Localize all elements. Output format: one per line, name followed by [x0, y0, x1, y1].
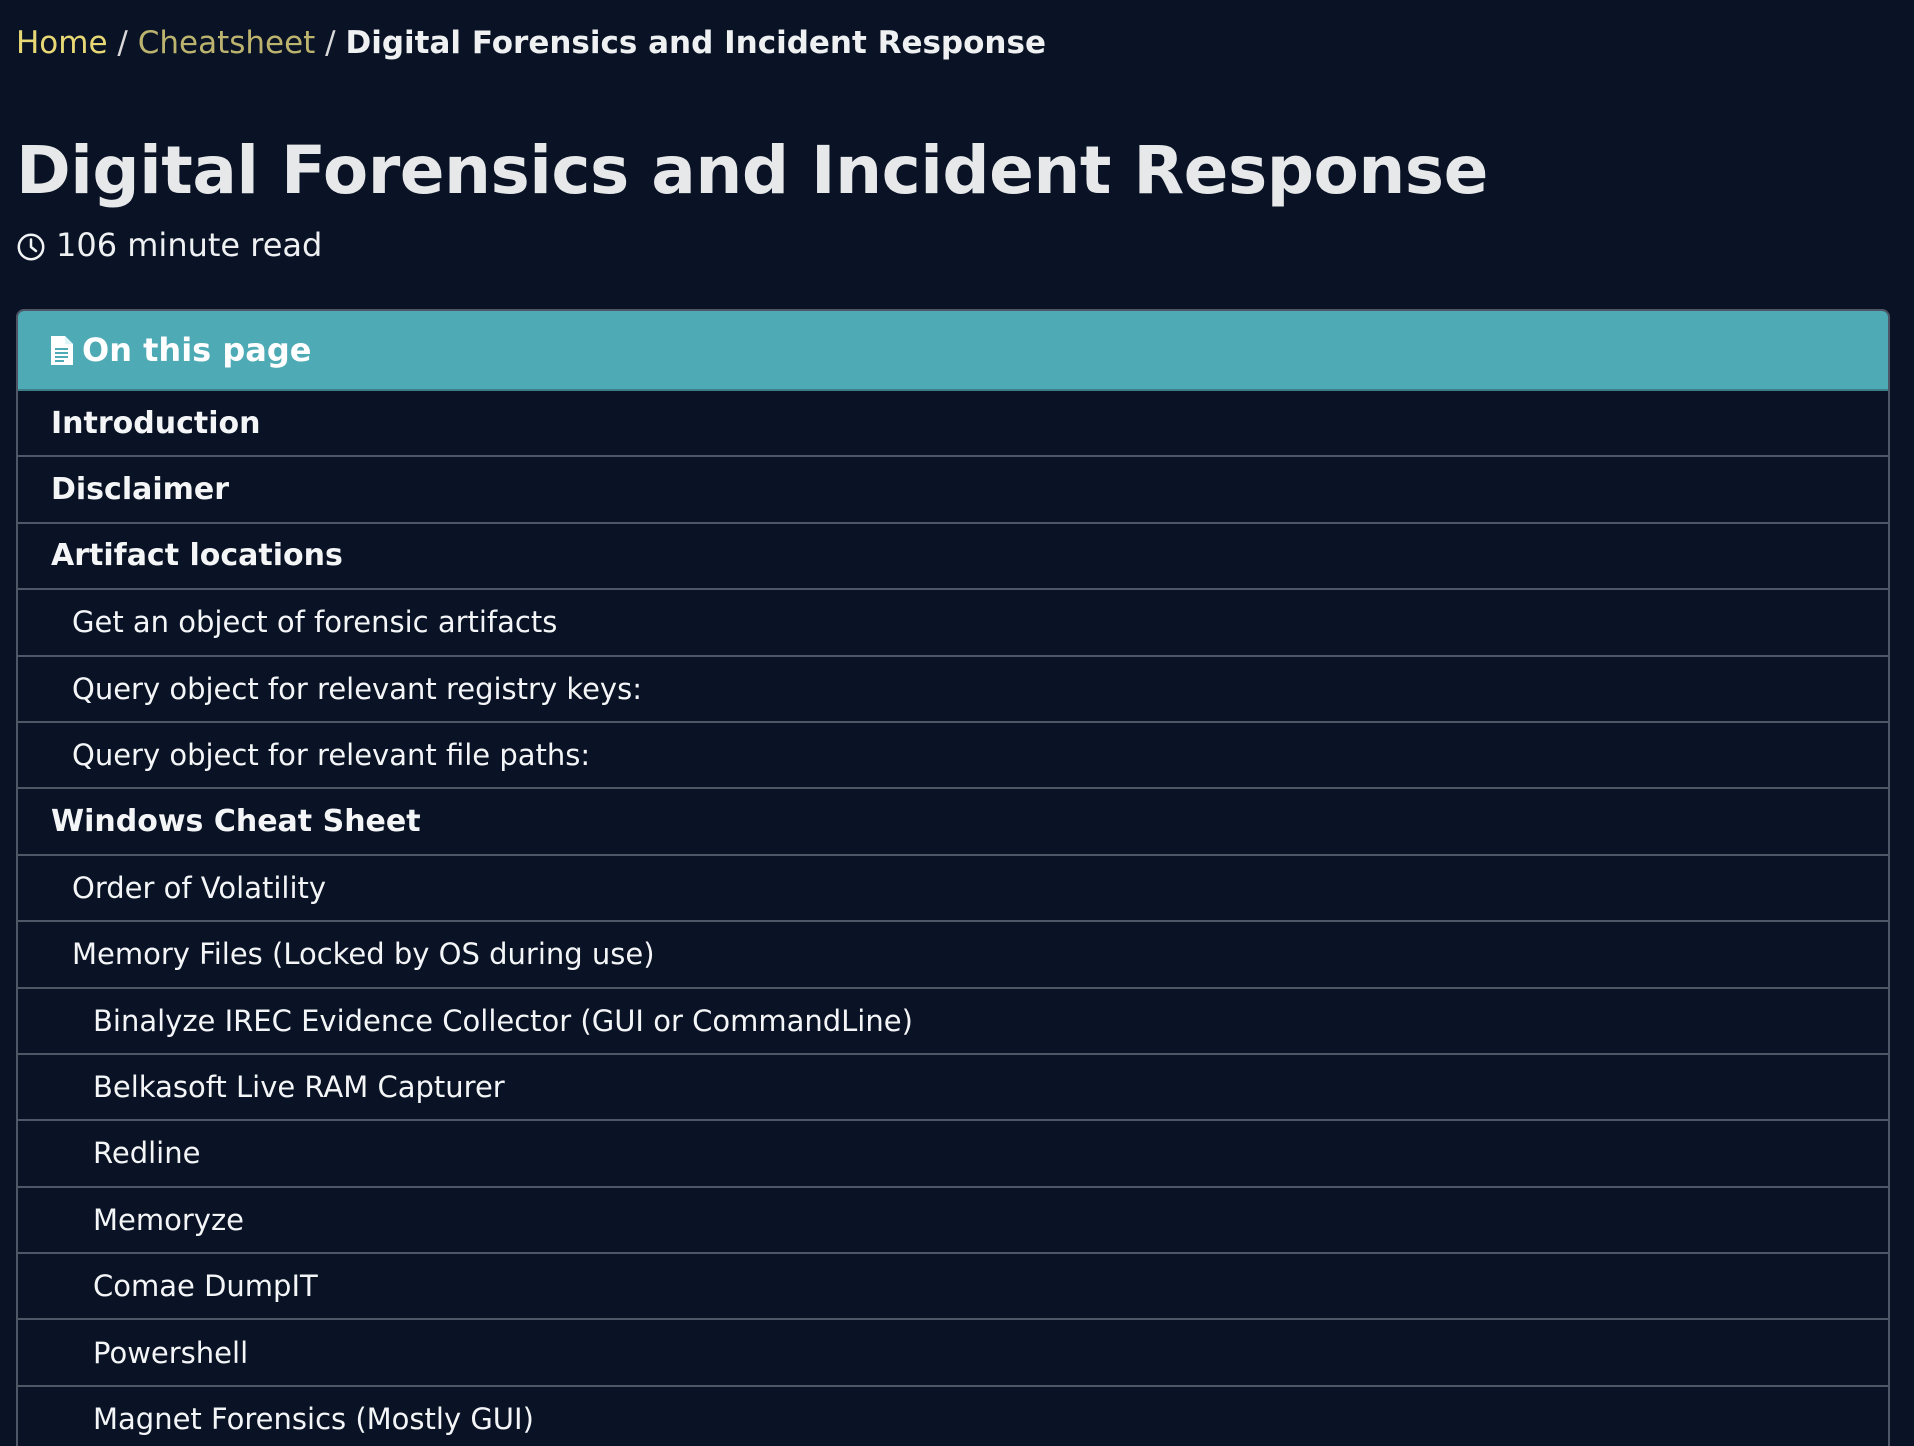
read-time: 106 minute read	[16, 224, 322, 266]
toc-link-binalyze-irec[interactable]: Binalyze IREC Evidence Collector (GUI or…	[18, 989, 1888, 1055]
toc-link-query-registry-keys[interactable]: Query object for relevant registry keys:	[18, 657, 1888, 723]
table-of-contents: On this page Introduction Disclaimer Art…	[16, 309, 1890, 1446]
toc-link-disclaimer[interactable]: Disclaimer	[18, 457, 1888, 524]
breadcrumb: Home / Cheatsheet / Digital Forensics an…	[16, 22, 1046, 64]
breadcrumb-separator: /	[107, 25, 138, 61]
toc-link-query-file-paths[interactable]: Query object for relevant file paths:	[18, 723, 1888, 790]
toc-link-magnet-forensics[interactable]: Magnet Forensics (Mostly GUI)	[18, 1387, 1888, 1446]
toc-link-redline[interactable]: Redline	[18, 1121, 1888, 1188]
toc-link-artifact-locations[interactable]: Artifact locations	[18, 524, 1888, 591]
clock-icon	[16, 230, 46, 261]
toc-header: On this page	[18, 311, 1888, 391]
breadcrumb-current: Digital Forensics and Incident Response	[345, 25, 1046, 61]
document-icon	[50, 335, 74, 366]
breadcrumb-home-link[interactable]: Home	[16, 25, 108, 61]
read-time-label: 106 minute read	[56, 226, 323, 264]
toc-link-belkasoft-capturer[interactable]: Belkasoft Live RAM Capturer	[18, 1055, 1888, 1122]
toc-list: Introduction Disclaimer Artifact locatio…	[18, 391, 1888, 1446]
toc-header-label: On this page	[82, 331, 312, 369]
toc-link-introduction[interactable]: Introduction	[18, 391, 1888, 458]
toc-link-powershell[interactable]: Powershell	[18, 1320, 1888, 1387]
toc-link-memoryze[interactable]: Memoryze	[18, 1188, 1888, 1255]
toc-link-memory-files[interactable]: Memory Files (Locked by OS during use)	[18, 922, 1888, 989]
toc-link-get-forensic-artifacts[interactable]: Get an object of forensic artifacts	[18, 590, 1888, 657]
breadcrumb-cheatsheet-link[interactable]: Cheatsheet	[138, 25, 316, 61]
toc-link-order-of-volatility[interactable]: Order of Volatility	[18, 856, 1888, 923]
toc-link-comae-dumpit[interactable]: Comae DumpIT	[18, 1254, 1888, 1321]
breadcrumb-separator: /	[315, 25, 346, 61]
page-title: Digital Forensics and Incident Response	[16, 132, 1488, 209]
toc-link-windows-cheat-sheet[interactable]: Windows Cheat Sheet	[18, 789, 1888, 856]
